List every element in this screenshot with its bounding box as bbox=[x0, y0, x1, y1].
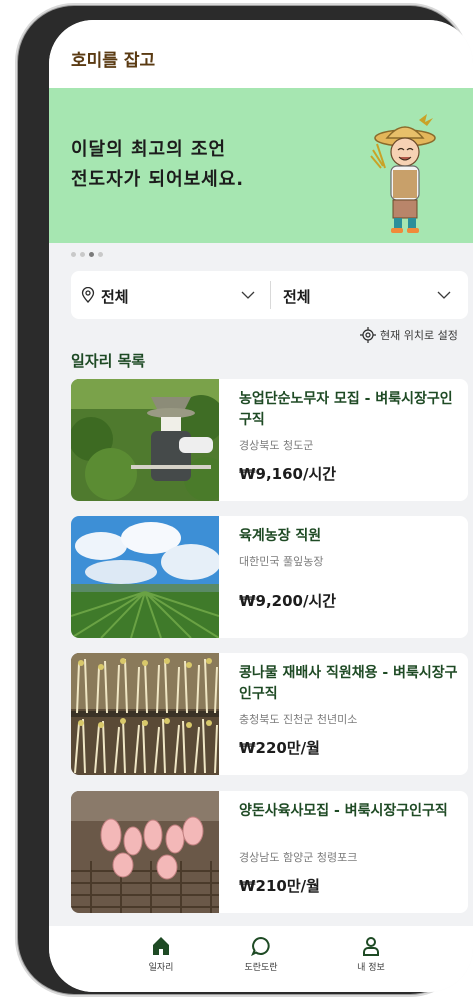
carousel-dot[interactable] bbox=[98, 252, 103, 257]
crosshair-icon bbox=[360, 327, 376, 343]
piglets-photo bbox=[71, 791, 219, 913]
farmer-illustration bbox=[370, 114, 436, 233]
category-select-label: 전체 bbox=[283, 288, 311, 306]
region-select[interactable]: 전체 bbox=[71, 271, 271, 319]
filter-bar: 전체 전체 bbox=[71, 271, 468, 319]
job-pay: ₩210만/월 bbox=[239, 877, 320, 895]
nav-label: 일자리 bbox=[148, 963, 174, 973]
bottom-navigation: 일자리 도란도란 내 정보 bbox=[49, 926, 473, 992]
farm-worker-photo bbox=[71, 379, 219, 501]
app-title: 호미를 잡고 bbox=[71, 51, 156, 71]
nav-label: 도란도란 bbox=[244, 963, 278, 973]
chat-bubble-icon bbox=[251, 936, 270, 956]
job-list-title: 일자리 목록 bbox=[71, 352, 146, 370]
region-select-label: 전체 bbox=[101, 288, 129, 306]
carousel-dot[interactable] bbox=[80, 252, 85, 257]
field-sky-photo bbox=[71, 516, 219, 638]
job-pay: ₩9,160/시간 bbox=[239, 465, 337, 483]
app-header: 호미를 잡고 bbox=[49, 20, 473, 88]
nav-label: 내 정보 bbox=[357, 963, 385, 973]
job-pay: ₩9,200/시간 bbox=[239, 592, 337, 610]
job-title: 콩나물 재배사 직원채용 - 벼룩시장구인구직 bbox=[239, 665, 458, 702]
promo-banner[interactable]: 이달의 최고의 조언 전도자가 되어보세요. bbox=[49, 88, 473, 243]
job-title: 양돈사육사모집 - 벼룩시장구인구직 bbox=[239, 803, 448, 819]
location-pin-icon bbox=[81, 287, 95, 303]
job-card[interactable]: 육계농장 직원 대한민국 풀잎농장 ₩9,200/시간 bbox=[71, 516, 468, 638]
nav-item-my-info[interactable]: 내 정보 bbox=[331, 936, 411, 973]
carousel-indicator bbox=[71, 252, 103, 257]
chevron-down-icon bbox=[241, 291, 255, 299]
banner-line-2: 전도자가 되어보세요. bbox=[71, 169, 245, 190]
job-location: 대한민국 풀잎농장 bbox=[239, 555, 324, 568]
chevron-down-icon bbox=[437, 291, 451, 299]
phone-frame: 호미를 잡고 이달의 최고의 조언 전도자가 되어보세요. 전체 전체 현재 위… bbox=[18, 6, 473, 994]
category-select[interactable]: 전체 bbox=[271, 271, 468, 319]
carousel-dot-active[interactable] bbox=[89, 252, 94, 257]
set-current-location-button[interactable]: 현재 위치로 설정 bbox=[360, 327, 458, 343]
set-current-location-label: 현재 위치로 설정 bbox=[380, 329, 458, 342]
nav-item-chat[interactable]: 도란도란 bbox=[221, 936, 301, 973]
job-location: 경상북도 청도군 bbox=[239, 439, 314, 452]
app-screen: 호미를 잡고 이달의 최고의 조언 전도자가 되어보세요. 전체 전체 현재 위… bbox=[49, 20, 473, 992]
job-location: 경상남도 함양군 청령포크 bbox=[239, 851, 358, 864]
nav-item-jobs[interactable]: 일자리 bbox=[121, 936, 201, 973]
person-icon bbox=[363, 937, 379, 956]
job-location: 충청북도 진천군 천년미소 bbox=[239, 713, 358, 726]
job-title: 육계농장 직원 bbox=[239, 528, 322, 544]
job-pay: ₩220만/월 bbox=[239, 739, 320, 757]
job-title: 농업단순노무자 모집 - 벼룩시장구인구직 bbox=[239, 391, 453, 428]
bean-sprouts-photo bbox=[71, 653, 219, 775]
home-icon bbox=[153, 937, 169, 955]
banner-line-1: 이달의 최고의 조언 bbox=[71, 139, 227, 160]
carousel-dot[interactable] bbox=[71, 252, 76, 257]
job-card[interactable]: 농업단순노무자 모집 - 벼룩시장구인구직 경상북도 청도군 ₩9,160/시간 bbox=[71, 379, 468, 501]
job-card[interactable]: 콩나물 재배사 직원채용 - 벼룩시장구인구직 충청북도 진천군 천년미소 ₩2… bbox=[71, 653, 468, 775]
job-card[interactable]: 양돈사육사모집 - 벼룩시장구인구직 경상남도 함양군 청령포크 ₩210만/월 bbox=[71, 791, 468, 913]
